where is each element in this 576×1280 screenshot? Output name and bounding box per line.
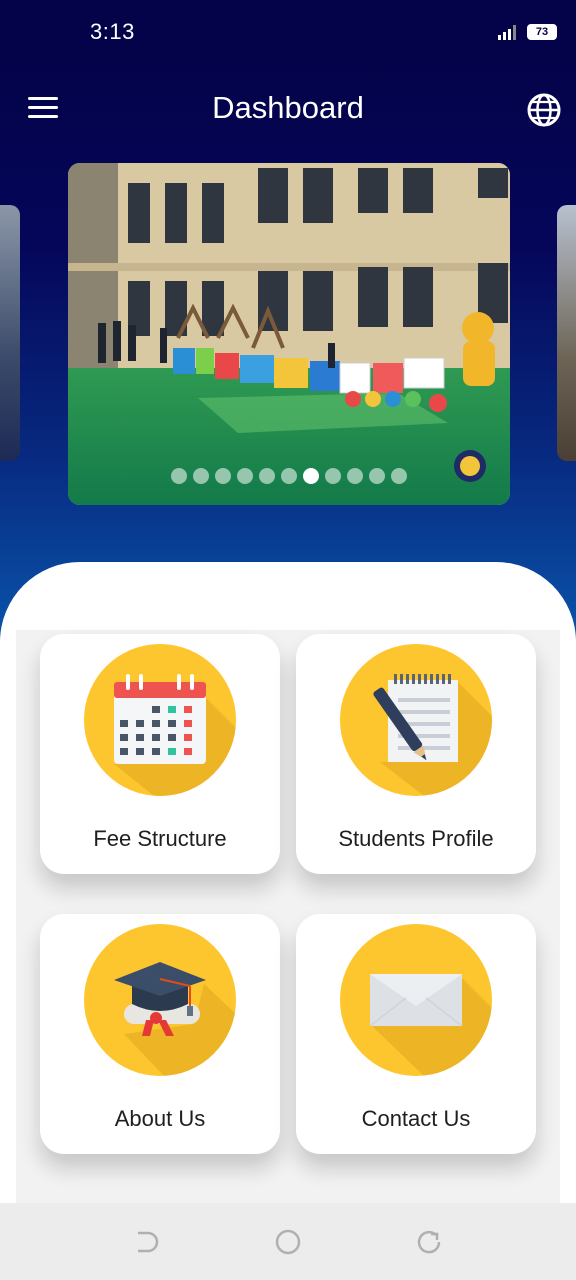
carousel-indicators [68,468,510,484]
carousel-dot[interactable] [237,468,253,484]
carousel-dot[interactable] [369,468,385,484]
notepad-pen-icon [340,644,492,796]
graduation-cap-icon [84,924,236,1076]
carousel-dot-active[interactable] [303,468,319,484]
fee-structure-card[interactable]: Fee Structure [40,634,280,874]
contact-us-label: Contact Us [361,1106,471,1131]
playground-photo [68,163,510,505]
carousel-dot[interactable] [391,468,407,484]
carousel-slide[interactable] [68,163,510,505]
carousel-dot[interactable] [193,468,209,484]
carousel-dot[interactable] [259,468,275,484]
home-icon[interactable] [275,1229,301,1255]
students-profile-card[interactable]: Students Profile [296,634,536,874]
contact-us-card[interactable]: Contact Us [296,914,536,1154]
carousel-dot[interactable] [171,468,187,484]
calendar-icon [84,644,236,796]
carousel-dot[interactable] [215,468,231,484]
carousel-prev-slide[interactable] [0,205,20,461]
envelope-icon [340,924,492,1076]
system-nav-bar [0,1203,576,1280]
about-us-card[interactable]: About Us [40,914,280,1154]
back-icon[interactable] [134,1229,160,1255]
carousel-dot[interactable] [325,468,341,484]
globe-icon[interactable] [526,92,562,128]
about-us-label: About Us [114,1106,206,1131]
recent-apps-icon[interactable] [416,1229,442,1255]
carousel-next-slide[interactable] [557,205,576,461]
fee-structure-label: Fee Structure [93,826,227,851]
page-title: Dashboard [212,90,364,125]
students-profile-label: Students Profile [338,826,494,851]
carousel-dot[interactable] [281,468,297,484]
status-bar: 3:13 73 [0,0,576,66]
carousel-dot[interactable] [347,468,363,484]
battery-icon: 73 [527,24,557,40]
signal-icon [498,25,516,40]
status-time: 3:13 [90,19,135,44]
